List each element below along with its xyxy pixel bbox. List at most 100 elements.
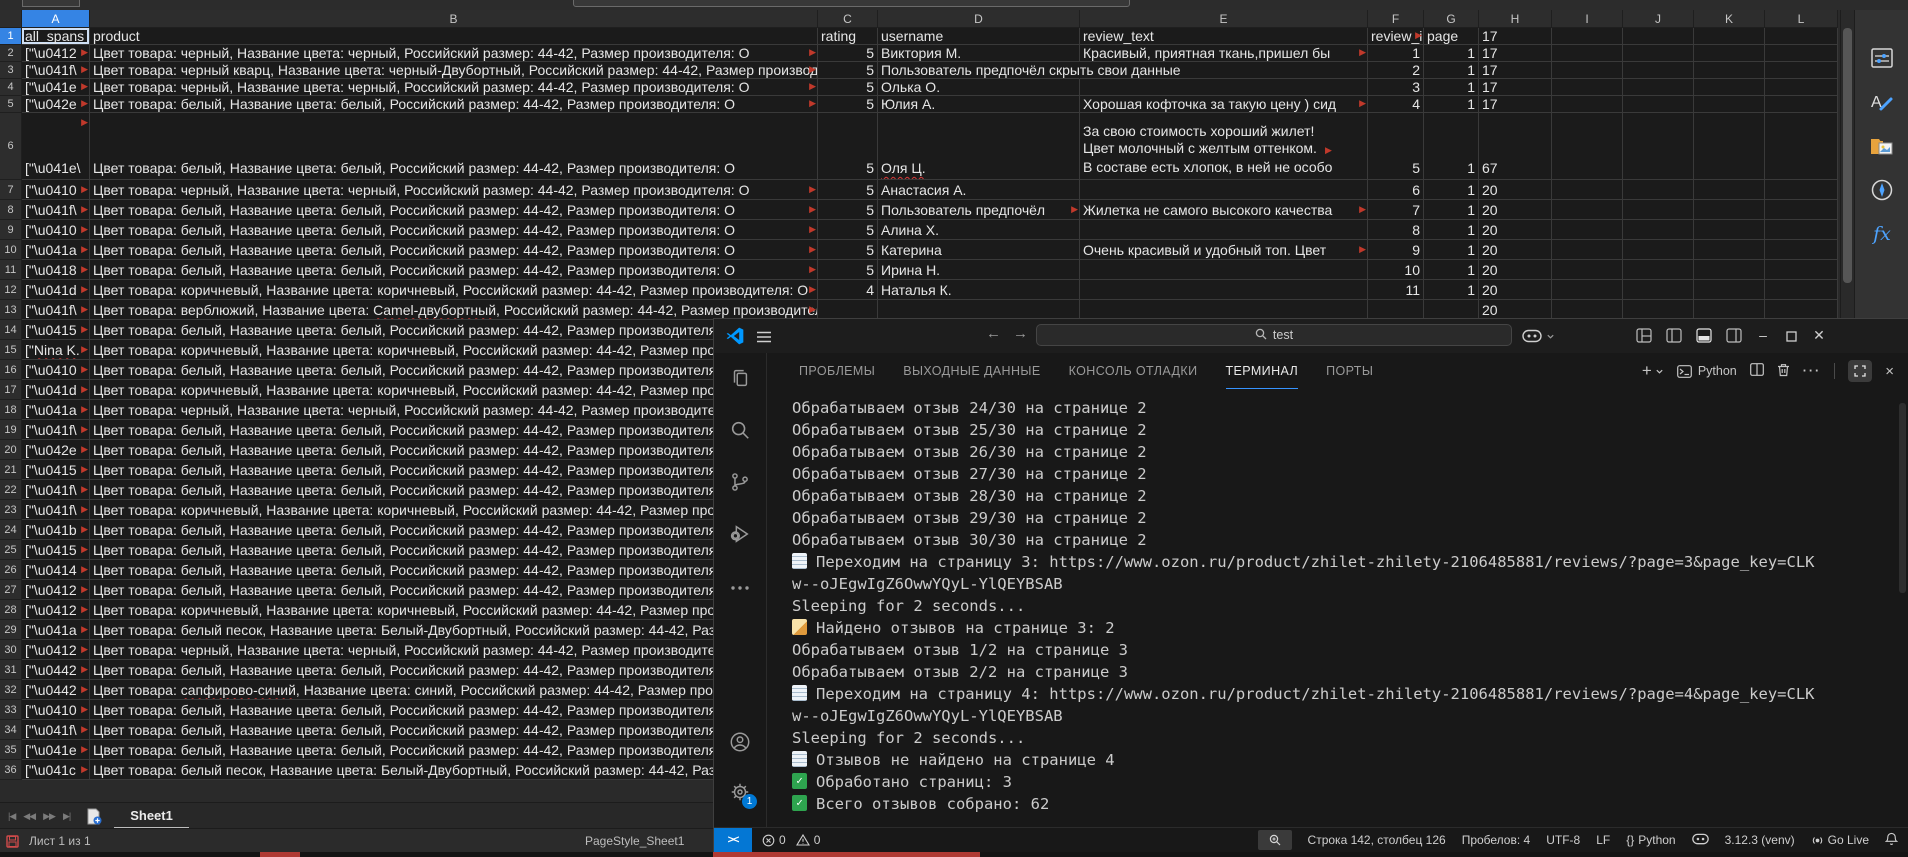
cell-A10[interactable]: ["\u041a ▶ [22,240,90,260]
new-terminal-button[interactable]: + [1642,362,1664,379]
close-panel-icon[interactable]: × [1885,363,1894,380]
toggle-secondary-sidebar-icon[interactable] [1726,328,1742,348]
cell-H2[interactable]: 17 [1479,45,1552,62]
cell-B19[interactable]: Цвет товара: белый, Название цвета: белы… [90,420,818,440]
cell-K13[interactable] [1694,300,1765,320]
copilot-icon[interactable] [1522,329,1555,343]
cell-C7[interactable]: 5 [818,180,878,200]
last-sheet-icon[interactable]: ▶| [63,811,71,822]
cell-J3[interactable] [1623,62,1694,79]
cell-B24[interactable]: Цвет товара: белый, Название цвета: белы… [90,520,818,540]
cell-G5[interactable]: 1 [1424,96,1479,113]
cell-B11[interactable]: Цвет товара: белый, Название цвета: белы… [90,260,818,280]
tab-ports[interactable]: ПОРТЫ [1326,353,1373,389]
cell-A3[interactable]: ["\u041f\ ▶ [22,62,90,79]
cell-C3[interactable]: 5 [818,62,878,79]
cell-A17[interactable]: ["\u041d ▶ [22,380,90,400]
cell-I9[interactable] [1552,220,1623,240]
cell-A31[interactable]: ["\u0442 ▶ [22,660,90,680]
cell-F4[interactable]: 3 [1368,79,1424,96]
encoding[interactable]: UTF-8 [1546,833,1580,847]
go-live[interactable]: Go Live [1811,833,1869,847]
cell-B13[interactable]: Цвет товара: верблюжий, Название цвета: … [90,300,818,320]
more-actions-icon[interactable]: ··· [1803,364,1822,378]
row-header-1[interactable]: 1 [0,28,22,45]
cell-A26[interactable]: ["\u0414 ▶ [22,560,90,580]
cell-K9[interactable] [1694,220,1765,240]
cell-B31[interactable]: Цвет товара: белый, Название цвета: белы… [90,660,818,680]
cell-B15[interactable]: Цвет товара: коричневый, Название цвета:… [90,340,818,360]
cell-F12[interactable]: 11 [1368,280,1424,300]
cell-D12[interactable]: Наталья К. [878,280,1080,300]
cell-A5[interactable]: ["\u042e ▶ [22,96,90,113]
cell-L2[interactable] [1765,45,1838,62]
cell-I13[interactable] [1552,300,1623,320]
cell-L13[interactable] [1765,300,1838,320]
row-header-19[interactable]: 19 [0,420,22,440]
terminal-scrollbar[interactable] [1899,403,1906,593]
cell-I11[interactable] [1552,260,1623,280]
cell-J7[interactable] [1623,180,1694,200]
row-header-25[interactable]: 25 [0,540,22,560]
cell-L1[interactable] [1765,28,1838,45]
cell-H5[interactable]: 17 [1479,96,1552,113]
cell-L9[interactable] [1765,220,1838,240]
cell-B10[interactable]: Цвет товара: белый, Название цвета: белы… [90,240,818,260]
cell-A2[interactable]: ["\u0412 ▶ [22,45,90,62]
cell-G12[interactable]: 1 [1424,280,1479,300]
cell-J6[interactable] [1623,113,1694,180]
prev-sheet-icon[interactable]: ◀◀ [23,811,36,822]
cell-D1[interactable]: username [878,28,1080,45]
cell-A20[interactable]: ["\u042e ▶ [22,440,90,460]
remote-indicator[interactable]: >< [714,828,752,852]
cell-E10[interactable]: Очень красивый и удобный топ. Цвет ▶ [1080,240,1368,260]
add-sheet-icon[interactable] [86,808,102,825]
cell-B2[interactable]: Цвет товара: черный, Название цвета: чер… [90,45,818,62]
cell-F10[interactable]: 9 [1368,240,1424,260]
cell-B27[interactable]: Цвет товара: белый, Название цвета: белы… [90,580,818,600]
cell-A13[interactable]: ["\u041f\ ▶ [22,300,90,320]
row-header-7[interactable]: 7 [0,180,22,200]
cell-A8[interactable]: ["\u041f\ ▶ [22,200,90,220]
cell-D8[interactable]: Пользователь предпочёл ▶ [878,200,1080,220]
cell-L4[interactable] [1765,79,1838,96]
cell-K2[interactable] [1694,45,1765,62]
python-interpreter[interactable]: 3.12.3 (venv) [1725,833,1795,847]
cell-J13[interactable] [1623,300,1694,320]
run-debug-icon[interactable] [727,521,753,547]
navigator-icon[interactable] [1868,176,1896,204]
cell-A22[interactable]: ["\u041f\ ▶ [22,480,90,500]
cell-H7[interactable]: 20 [1479,180,1552,200]
cell-D13[interactable] [878,300,1080,320]
cell-B7[interactable]: Цвет товара: черный, Название цвета: чер… [90,180,818,200]
styles-icon[interactable]: A [1868,88,1896,116]
cell-B34[interactable]: Цвет товара: белый, Название цвета: белы… [90,720,818,740]
row-header-20[interactable]: 20 [0,440,22,460]
cell-F1[interactable]: review_in▶ [1368,28,1424,45]
column-header-E[interactable]: E [1080,10,1368,28]
cell-I5[interactable] [1552,96,1623,113]
toggle-panel-icon[interactable] [1696,328,1712,348]
cell-K11[interactable] [1694,260,1765,280]
cell-E13[interactable] [1080,300,1368,320]
indentation[interactable]: Пробелов: 4 [1462,833,1531,847]
row-header-30[interactable]: 30 [0,640,22,660]
cell-F6[interactable]: 5 [1368,113,1424,180]
row-header-24[interactable]: 24 [0,520,22,540]
column-header-G[interactable]: G [1424,10,1479,28]
cell-D6[interactable]: Оля Ц. [878,113,1080,180]
cell-G10[interactable]: 1 [1424,240,1479,260]
cell-B20[interactable]: Цвет товара: белый, Название цвета: белы… [90,440,818,460]
cell-D10[interactable]: Катерина [878,240,1080,260]
cell-J2[interactable] [1623,45,1694,62]
row-header-22[interactable]: 22 [0,480,22,500]
cell-G7[interactable]: 1 [1424,180,1479,200]
cell-K8[interactable] [1694,200,1765,220]
cell-E1[interactable]: review_text [1080,28,1368,45]
row-header-12[interactable]: 12 [0,280,22,300]
row-header-8[interactable]: 8 [0,200,22,220]
cell-D7[interactable]: Анастасия А. [878,180,1080,200]
menu-icon[interactable] [756,330,772,348]
cell-F13[interactable] [1368,300,1424,320]
cell-L11[interactable] [1765,260,1838,280]
